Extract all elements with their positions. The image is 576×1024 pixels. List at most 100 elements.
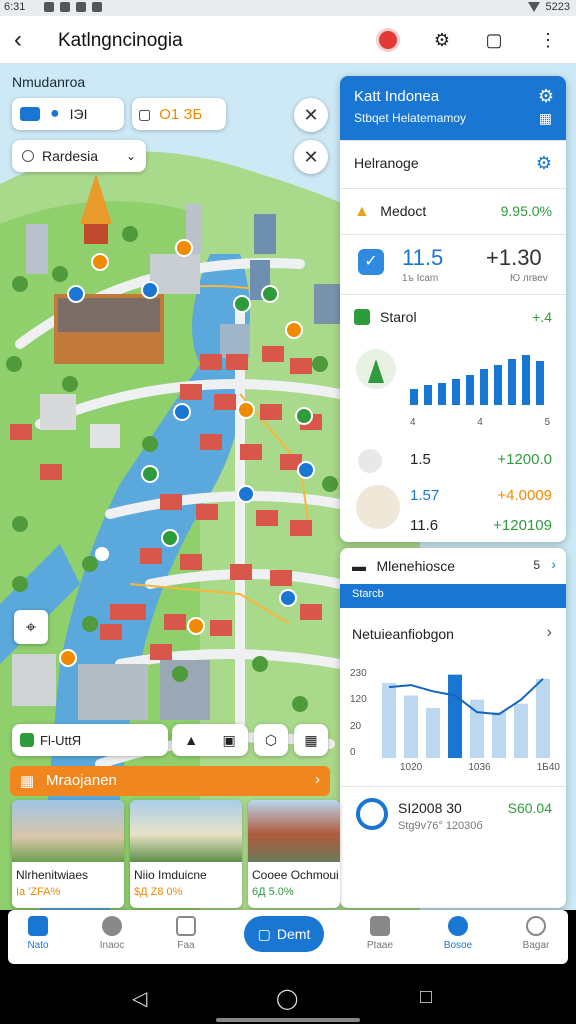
region-select[interactable]: Rardesia ⌄: [12, 140, 146, 172]
record-button[interactable]: [370, 22, 406, 58]
time-chip[interactable]: ▢ O1 ЗБ: [132, 98, 226, 130]
progress-ring-icon: [356, 798, 388, 830]
x-tick: 1Б40: [536, 762, 560, 773]
spark-bar: [466, 375, 474, 405]
battery-value: 5223: [545, 1, 570, 13]
spark-bar: [438, 383, 446, 405]
nav-home[interactable]: Nato: [8, 914, 68, 951]
view-chip[interactable]: ▲ ▣: [172, 724, 248, 756]
locate-button[interactable]: ⌖: [14, 610, 48, 644]
trend-label: Starol: [380, 309, 417, 325]
mountain-icon: ▲: [184, 732, 199, 748]
chevron-right-icon[interactable]: ›: [551, 556, 556, 572]
home-indicator: [216, 1018, 360, 1022]
refresh-icon: [358, 449, 382, 473]
shape-button[interactable]: ⬡: [254, 724, 288, 756]
compass-icon: [448, 916, 468, 936]
spark-bar: [536, 361, 544, 405]
y-tick: 120: [350, 694, 367, 706]
chart-chevron-icon[interactable]: ›: [547, 624, 552, 642]
stats-row: ✓ 11.5 1ъ Icam +1.30 Ю лrвеv: [340, 234, 566, 294]
nav-profile[interactable]: Bagar: [506, 914, 566, 951]
arrow-up-icon: ▲: [354, 203, 370, 220]
status-bar: 6:31 5223: [0, 0, 576, 16]
user-icon: ●: [50, 105, 60, 122]
place-card[interactable]: Niio Imduicne $Д Z8 0%: [130, 800, 242, 908]
panel-settings-icon[interactable]: ⚙: [538, 86, 554, 107]
axis-tick: 4: [410, 417, 416, 428]
y-tick: 0: [350, 746, 356, 758]
summary-right: S60.04: [507, 800, 552, 816]
spark-bar: [424, 385, 432, 405]
monitor-icon: ▣: [222, 731, 236, 748]
nav-chat[interactable]: Inaoc: [82, 914, 142, 951]
radio-icon: [22, 150, 34, 162]
layer-chip[interactable]: Fl-UttЯ: [12, 724, 168, 756]
spark-bar: [452, 379, 460, 405]
place-photo: [248, 800, 340, 862]
chart-bar: [404, 695, 418, 758]
panel-calendar-icon[interactable]: ▦: [539, 110, 552, 127]
analytics-header: ▬ Mlenehiosce 5 ›: [340, 548, 566, 584]
region-select-value: Rardesia: [42, 148, 99, 164]
place-title: Niio Imduicne: [134, 868, 207, 882]
place-photo: [12, 800, 124, 862]
stat-right-number: +1.30: [486, 245, 542, 270]
clipboard-icon[interactable]: ▢: [476, 22, 512, 58]
spark-bar: [522, 355, 530, 405]
pager-value: 5: [533, 558, 540, 572]
metric-row[interactable]: ▲ Medoct 9.95.0%: [340, 188, 566, 234]
chart-bar: [492, 712, 506, 758]
place-card[interactable]: Nlrhenitwiaes Ia 'ZFA%: [12, 800, 124, 908]
grid-icon: ▦: [304, 731, 318, 748]
metric-label: Medoct: [380, 203, 427, 219]
featured-header[interactable]: ▦ Mraojanen ›: [10, 766, 330, 796]
stat-right-sub: Ю лrвеv: [510, 273, 548, 284]
nav-explore[interactable]: Bosoe: [428, 914, 488, 951]
document-icon: ▢: [257, 925, 271, 942]
nav-files[interactable]: Faa: [156, 914, 216, 951]
status-time: 6:31: [4, 1, 26, 13]
list-item[interactable]: 1.5 +1200.0: [340, 445, 566, 475]
y-tick: 230: [350, 668, 367, 679]
settings-gear-icon[interactable]: ⚙: [424, 22, 460, 58]
more-menu-icon[interactable]: ⋮: [530, 22, 566, 58]
home-icon: [28, 916, 48, 936]
list-item-b: +4.0009: [497, 487, 552, 504]
grid-button[interactable]: ▦: [294, 724, 328, 756]
chevron-right-icon: ›: [315, 771, 320, 788]
featured-title: Mraojanen: [46, 772, 117, 789]
back-triangle-icon[interactable]: ◁: [132, 986, 147, 1011]
app-bar: ‹ Katlngncinogia ⚙ ▢ ⋮: [0, 16, 576, 64]
fab-button[interactable]: ▢ Demt: [244, 916, 324, 952]
divider: [340, 786, 566, 787]
transit-chip[interactable]: ● IЭI: [12, 98, 124, 130]
analytics-tab[interactable]: Starcb: [340, 584, 566, 608]
x-axis: 1020 1036 1Б40: [400, 762, 560, 773]
chart-bar: [536, 678, 550, 758]
place-photo: [130, 800, 242, 862]
y-tick: 20: [350, 720, 362, 732]
nav-places[interactable]: Ptaae: [350, 914, 410, 951]
recents-square-icon[interactable]: □: [420, 986, 432, 1009]
user-icon: [526, 916, 546, 936]
place-card[interactable]: Cooee Ochmoui 6Д 5.0%: [248, 800, 340, 908]
panel-title: Katt Indonea: [354, 88, 440, 105]
list-item-b: +1200.0: [497, 451, 552, 468]
tools-button[interactable]: ✕: [294, 98, 328, 132]
home-circle-icon[interactable]: ◯: [276, 986, 298, 1011]
close-button[interactable]: ✕: [294, 140, 328, 174]
list-item[interactable]: 1.57 +4.0009 11.6 +120109: [340, 479, 566, 539]
y-axis: 230 120 20 0: [350, 668, 367, 758]
nav-label: Bosoe: [443, 940, 473, 951]
panel-section-header: Helranoge ⚙: [340, 140, 566, 188]
back-arrow-icon[interactable]: ‹: [14, 26, 22, 54]
axis-tick: 5: [544, 417, 550, 428]
place-title: Nlrhenitwiaes: [16, 868, 89, 882]
minus-icon: ▬: [352, 558, 366, 574]
section-gear-icon[interactable]: ⚙: [536, 153, 552, 174]
card-icon: [20, 107, 40, 121]
place-sub: Ia 'ZFA%: [16, 886, 61, 898]
list-item-a: 1.57: [410, 487, 440, 504]
chart-bar: [514, 703, 528, 758]
